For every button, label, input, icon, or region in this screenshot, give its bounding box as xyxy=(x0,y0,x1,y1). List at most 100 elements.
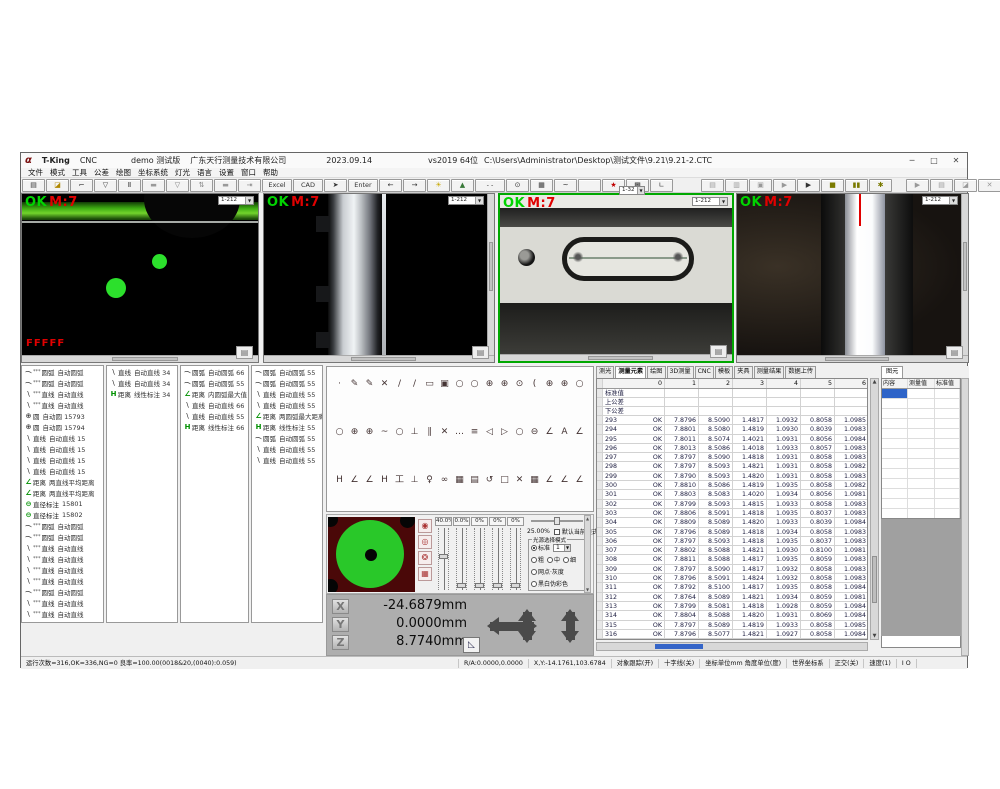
camera-2-vscrollbar[interactable] xyxy=(487,194,494,355)
element-row[interactable] xyxy=(882,439,960,449)
stage-icon[interactable]: ▤ xyxy=(946,346,963,359)
tool-icon[interactable]: ∠ xyxy=(363,473,376,487)
light-slider-2[interactable]: 0% xyxy=(471,517,488,592)
column-header[interactable]: 6 xyxy=(835,379,868,388)
toolbar-magnifier-button[interactable]: ⊙ xyxy=(506,179,529,192)
element-row[interactable] xyxy=(882,459,960,469)
tool-icon[interactable]: ✕ xyxy=(513,473,526,487)
toolbar-arrow-left-button[interactable]: ← xyxy=(379,179,402,192)
chevron-down-icon[interactable]: ▼ xyxy=(719,198,727,205)
table-row[interactable]: 298OK7.87978.50931.48211.09310.80581.098… xyxy=(597,462,867,471)
table-row[interactable]: 310OK7.87968.50911.48241.09320.80581.098… xyxy=(597,574,867,583)
table-row[interactable]: 301OK7.88038.50831.40201.09340.80561.098… xyxy=(597,490,867,499)
camera-2-zoom-combo[interactable]: 1-212▼ xyxy=(448,196,484,205)
table-row[interactable]: 294OK7.88018.50801.48191.09300.80391.098… xyxy=(597,425,867,434)
measure-item-arc[interactable]: (***圆弧自动圆弧 xyxy=(22,586,103,597)
element-column-header[interactable]: 内容 xyxy=(882,379,908,388)
tool-icon[interactable]: H xyxy=(378,473,391,487)
toolbar-cancel-button[interactable]: ✕ xyxy=(978,179,1000,192)
camera-4-view[interactable] xyxy=(737,194,961,355)
toolbar-save-3-button[interactable]: ▤ xyxy=(930,179,953,192)
chevron-down-icon[interactable]: ▼ xyxy=(475,197,483,204)
measure-item-line[interactable]: \直线自动直线 15 xyxy=(22,465,103,476)
chevron-down-icon[interactable]: ▼ xyxy=(564,545,570,551)
element-cell[interactable] xyxy=(882,409,908,418)
camera-2-view[interactable] xyxy=(264,194,487,355)
column-header[interactable]: 3 xyxy=(733,379,767,388)
light-slider-1[interactable]: 0.0% xyxy=(453,517,470,592)
measure-item-arc[interactable]: (***圆弧自动圆弧 xyxy=(22,520,103,531)
tool-icon[interactable]: ▦ xyxy=(528,473,541,487)
camera-3-hscrollbar[interactable] xyxy=(500,354,732,361)
column-header[interactable]: 5 xyxy=(801,379,835,388)
slider-track[interactable] xyxy=(456,528,467,590)
element-row[interactable] xyxy=(882,409,960,419)
tool-icon[interactable]: ⊕ xyxy=(483,377,496,391)
toolbar-pause-button[interactable]: ▮▮ xyxy=(845,179,868,192)
menu-item-4[interactable]: 绘图 xyxy=(116,167,131,178)
camera-4-vscrollbar[interactable] xyxy=(961,194,968,355)
element-cell[interactable] xyxy=(882,459,908,468)
measure-item-arc[interactable]: (圆弧自动圆弧 55 xyxy=(181,377,248,388)
tool-icon[interactable]: ( xyxy=(528,377,541,391)
tab-5[interactable]: 模板 xyxy=(715,366,733,378)
table-row[interactable]: 314OK7.88048.50881.48201.09310.80691.098… xyxy=(597,611,867,620)
tolerance-row[interactable]: 标准值 xyxy=(597,389,867,398)
toolbar-play-2-button[interactable]: ▶ xyxy=(906,179,929,192)
table-row[interactable]: 306OK7.87978.50931.48181.09350.80371.098… xyxy=(597,537,867,546)
table-row[interactable]: 308OK7.88118.50881.48171.09350.80591.098… xyxy=(597,555,867,564)
camera-panel-1[interactable]: FFFFF OKM:7 1-212▼ ▤ xyxy=(21,193,259,363)
slider-track[interactable] xyxy=(510,528,521,590)
tool-icon[interactable]: ✎ xyxy=(348,377,361,391)
tool-icon[interactable]: ⊕ xyxy=(558,377,571,391)
slider-thumb[interactable] xyxy=(511,583,520,588)
tool-icon[interactable]: ✕ xyxy=(378,377,391,391)
tool-icon[interactable]: / xyxy=(408,377,421,391)
camera-3-view[interactable] xyxy=(500,195,732,354)
tool-icon[interactable]: ○ xyxy=(513,425,526,439)
table-row[interactable]: 295OK7.80118.50741.40211.09310.80561.098… xyxy=(597,435,867,444)
toolbar-cad-button[interactable]: CAD xyxy=(293,179,323,192)
toolbar-play-to-end-button[interactable]: ▶ xyxy=(797,179,820,192)
tool-icon[interactable]: ⊕ xyxy=(498,377,511,391)
toolbar-folder-button[interactable]: ▣ xyxy=(749,179,772,192)
toolbar-curve-button[interactable]: ~ xyxy=(554,179,577,192)
tool-icon[interactable]: ○ xyxy=(573,377,586,391)
menu-item-8[interactable]: 设置 xyxy=(219,167,234,178)
measure-item-line[interactable]: \直线自动直线 66 xyxy=(181,399,248,410)
measure-item-line[interactable]: \***直线自动直线 xyxy=(22,553,103,564)
results-grid[interactable]: 0123456标准值上公差下公差293OK7.87968.50901.48171… xyxy=(596,378,868,640)
camera-4-zoom-combo[interactable]: 1-212▼ xyxy=(922,196,958,205)
tool-icon[interactable]: 工 xyxy=(393,473,406,487)
table-row[interactable]: 305OK7.87968.50891.48181.09340.80581.098… xyxy=(597,528,867,537)
measure-item-arc[interactable]: (圆弧自动圆弧 55 xyxy=(252,366,322,377)
toolbar-stop-button[interactable]: ■ xyxy=(821,179,844,192)
results-vscrollbar[interactable]: ▲▼ xyxy=(870,378,879,640)
element-row[interactable] xyxy=(882,489,960,499)
jog-vertical-arrow[interactable] xyxy=(566,612,575,640)
measure-item-arc[interactable]: (圆弧自动圆弧 55 xyxy=(252,377,322,388)
tool-icon[interactable]: ⊕ xyxy=(543,377,556,391)
toolbar-cup-button[interactable]: ▽ xyxy=(166,179,189,192)
menu-item-6[interactable]: 灯光 xyxy=(175,167,190,178)
tool-icon[interactable]: ▭ xyxy=(423,377,436,391)
tool-icon[interactable]: … xyxy=(453,425,466,439)
element-cell[interactable] xyxy=(882,509,908,518)
column-header[interactable]: 0 xyxy=(603,379,665,388)
tool-icon[interactable]: ▤ xyxy=(468,473,481,487)
tab-0[interactable]: 测光 xyxy=(596,366,614,378)
measure-item-hdim[interactable]: H距离线性标注 34 xyxy=(107,388,177,399)
maximize-button[interactable]: □ xyxy=(923,154,945,167)
camera-2-hscrollbar[interactable] xyxy=(264,355,494,362)
chevron-down-icon[interactable]: ▼ xyxy=(949,197,957,204)
column-header[interactable]: 4 xyxy=(767,379,801,388)
toolbar-disabled-block-button[interactable]: ▬ xyxy=(142,179,165,192)
stage-icon[interactable]: ▤ xyxy=(472,346,489,359)
element-row[interactable] xyxy=(882,429,960,439)
camera-panel-4[interactable]: OKM:7 1-212▼ ▤ xyxy=(736,193,969,363)
zoom-slider-thumb[interactable] xyxy=(554,517,560,525)
tab-8[interactable]: 数据上传 xyxy=(785,366,816,378)
element-cell[interactable] xyxy=(882,449,908,458)
measure-item-line[interactable]: \直线自动直线 15 xyxy=(22,432,103,443)
tool-icon[interactable]: ↺ xyxy=(483,473,496,487)
